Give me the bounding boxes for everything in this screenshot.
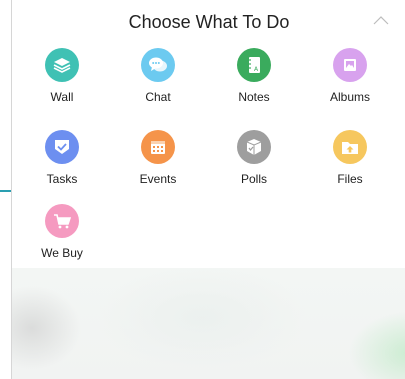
poll-box-icon [237, 130, 271, 164]
action-we-buy[interactable]: We Buy [17, 204, 107, 274]
task-check-icon [45, 130, 79, 164]
action-files[interactable]: Files [305, 130, 395, 200]
action-label: Polls [240, 172, 267, 186]
action-wall[interactable]: Wall [17, 48, 107, 118]
action-events[interactable]: Events [113, 130, 203, 200]
action-label: Notes [238, 90, 270, 104]
action-label: Chat [145, 90, 171, 104]
wall-layers-icon [45, 48, 79, 82]
action-polls[interactable]: Polls [209, 130, 299, 200]
action-label: Files [337, 172, 363, 186]
action-tasks[interactable]: Tasks [17, 130, 107, 200]
background-content-area [12, 268, 405, 379]
file-upload-icon [333, 130, 367, 164]
action-albums[interactable]: Albums [305, 48, 395, 118]
chat-bubbles-icon [141, 48, 175, 82]
panel-header: Choose What To Do [12, 0, 405, 44]
album-photo-icon [333, 48, 367, 82]
action-chat[interactable]: Chat [113, 48, 203, 118]
action-label: Wall [50, 90, 74, 104]
calendar-icon [141, 130, 175, 164]
action-label: We Buy [41, 246, 83, 260]
chevron-up-icon [373, 16, 389, 25]
notebook-icon: A [237, 48, 271, 82]
action-label: Tasks [46, 172, 78, 186]
shopping-cart-icon [45, 204, 79, 238]
collapse-button[interactable] [370, 12, 392, 28]
panel-title: Choose What To Do [128, 12, 290, 32]
action-label: Events [139, 172, 177, 186]
action-notes[interactable]: A Notes [209, 48, 299, 118]
action-label: Albums [329, 90, 370, 104]
choose-action-panel: Choose What To Do Wall Chat A Notes Albu… [11, 0, 405, 379]
